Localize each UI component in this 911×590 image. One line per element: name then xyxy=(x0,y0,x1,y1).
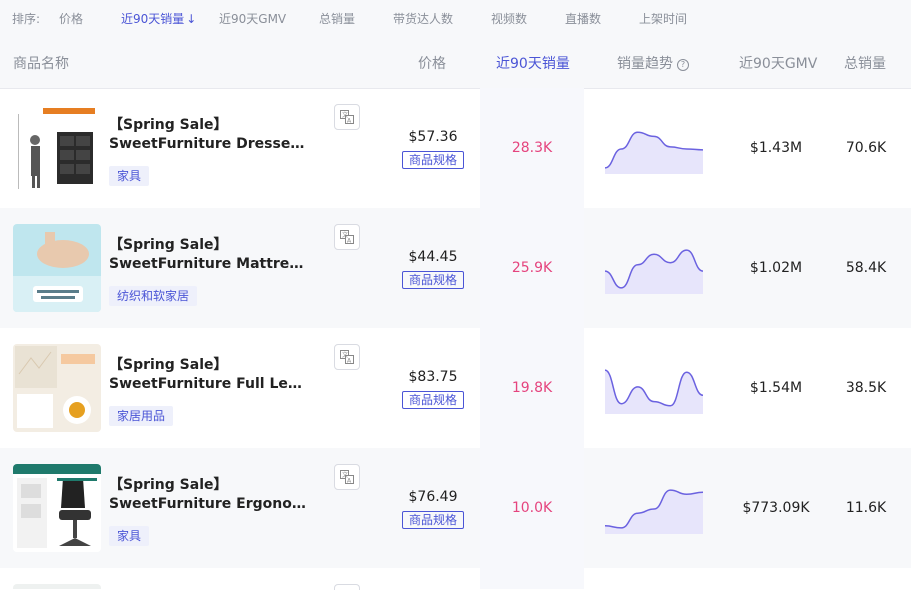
price-value: $44.45 xyxy=(408,249,458,265)
sort-desc-arrow-icon: ↓ xyxy=(186,12,197,26)
product-title-line2[interactable]: SweetFurniture Dresser,... xyxy=(109,136,309,152)
trend-sparkline xyxy=(605,131,703,174)
price-value: $57.36 xyxy=(408,129,458,145)
sort-bar: 排序: 价格 近90天销量 ↓ 近90天GMV 总销量 带货达人数 视频数 直播数… xyxy=(0,0,911,36)
sort-option-videos[interactable]: 视频数 xyxy=(491,10,527,27)
sort-option-sales90[interactable]: 近90天销量 ↓ xyxy=(121,10,196,27)
total-sales-value: 11.6K xyxy=(845,500,887,516)
help-icon[interactable]: ? xyxy=(677,59,689,71)
product-title-line2[interactable]: SweetFurniture Mattress... xyxy=(109,256,309,272)
product-thumbnail[interactable] xyxy=(13,584,101,589)
sort-option-gmv90[interactable]: 近90天GMV xyxy=(219,10,286,27)
sort-option-sales90-label: 近90天销量 xyxy=(121,12,185,26)
header-price[interactable]: 价格 xyxy=(418,53,446,73)
trend-sparkline xyxy=(605,369,703,414)
header-gmv90[interactable]: 近90天GMV xyxy=(739,53,817,73)
total-sales-value: 58.4K xyxy=(845,260,887,276)
product-title-line1[interactable]: 【Spring Sale】 xyxy=(109,354,228,374)
category-badge: 纺织和软家居 xyxy=(109,286,198,306)
sales90-value: 25.9K xyxy=(511,260,553,276)
gmv90-value: $773.09K xyxy=(742,500,810,516)
translate-icon[interactable]: 文A xyxy=(334,224,360,250)
table-row-partial[interactable] xyxy=(0,568,911,590)
price-value: $83.75 xyxy=(408,369,458,385)
translate-icon[interactable]: 文A xyxy=(334,104,360,130)
product-thumbnail[interactable] xyxy=(13,224,101,312)
total-sales-value: 38.5K xyxy=(845,380,887,396)
sort-option-listing-time[interactable]: 上架时间 xyxy=(639,10,687,27)
table-row[interactable]: 【Spring Sale】 SweetFurniture Ergonomic..… xyxy=(0,448,911,568)
translate-icon[interactable] xyxy=(334,584,360,590)
sales90-value: 19.8K xyxy=(511,380,553,396)
gmv90-value: $1.02M xyxy=(749,260,803,276)
trend-area xyxy=(605,370,703,414)
product-thumbnail[interactable] xyxy=(13,344,101,432)
table-row[interactable]: 【Spring Sale】 SweetFurniture Full Length… xyxy=(0,328,911,448)
sort-label: 排序: xyxy=(12,12,41,26)
table-header: 商品名称 价格 近90天销量 销量趋势? 近90天GMV 总销量 xyxy=(0,36,911,89)
spec-button[interactable]: 商品规格 xyxy=(402,391,464,409)
product-title-line1[interactable]: 【Spring Sale】 xyxy=(109,474,228,494)
header-trend-label: 销量趋势 xyxy=(617,56,673,72)
table-row[interactable]: 【Spring Sale】 SweetFurniture Dresser,...… xyxy=(0,88,911,208)
total-sales-value: 70.6K xyxy=(845,140,887,156)
translate-icon[interactable]: 文A xyxy=(334,464,360,490)
spec-button[interactable]: 商品规格 xyxy=(402,271,464,289)
header-sales90[interactable]: 近90天销量 xyxy=(496,53,570,73)
sort-option-influencers[interactable]: 带货达人数 xyxy=(393,10,453,27)
category-badge: 家具 xyxy=(109,166,150,186)
product-title-line1[interactable]: 【Spring Sale】 xyxy=(109,234,228,254)
sort-option-lives[interactable]: 直播数 xyxy=(565,10,601,27)
header-product-name: 商品名称 xyxy=(13,56,69,72)
product-title-line2[interactable]: SweetFurniture Ergonomic... xyxy=(109,496,309,512)
price-value: $76.49 xyxy=(408,489,458,505)
trend-area xyxy=(605,132,703,174)
product-title-line2[interactable]: SweetFurniture Full Length... xyxy=(109,376,309,392)
sales90-value: 28.3K xyxy=(511,140,553,156)
product-thumbnail[interactable] xyxy=(13,104,101,192)
header-trend: 销量趋势? xyxy=(617,53,689,73)
table-row[interactable]: 【Spring Sale】 SweetFurniture Mattress...… xyxy=(0,208,911,328)
product-thumbnail[interactable] xyxy=(13,464,101,552)
sort-option-total[interactable]: 总销量 xyxy=(319,10,355,27)
trend-sparkline xyxy=(605,249,703,294)
category-badge: 家居用品 xyxy=(109,406,174,426)
spec-button[interactable]: 商品规格 xyxy=(402,511,464,529)
gmv90-value: $1.54M xyxy=(749,380,803,396)
trend-sparkline xyxy=(605,489,703,534)
sales90-value: 10.0K xyxy=(511,500,553,516)
translate-icon[interactable]: 文A xyxy=(334,344,360,370)
header-total[interactable]: 总销量 xyxy=(844,53,886,73)
product-title-line1[interactable]: 【Spring Sale】 xyxy=(109,114,228,134)
gmv90-value: $1.43M xyxy=(749,140,803,156)
category-badge: 家具 xyxy=(109,526,150,546)
sort-option-price[interactable]: 价格 xyxy=(59,10,83,27)
spec-button[interactable]: 商品规格 xyxy=(402,151,464,169)
